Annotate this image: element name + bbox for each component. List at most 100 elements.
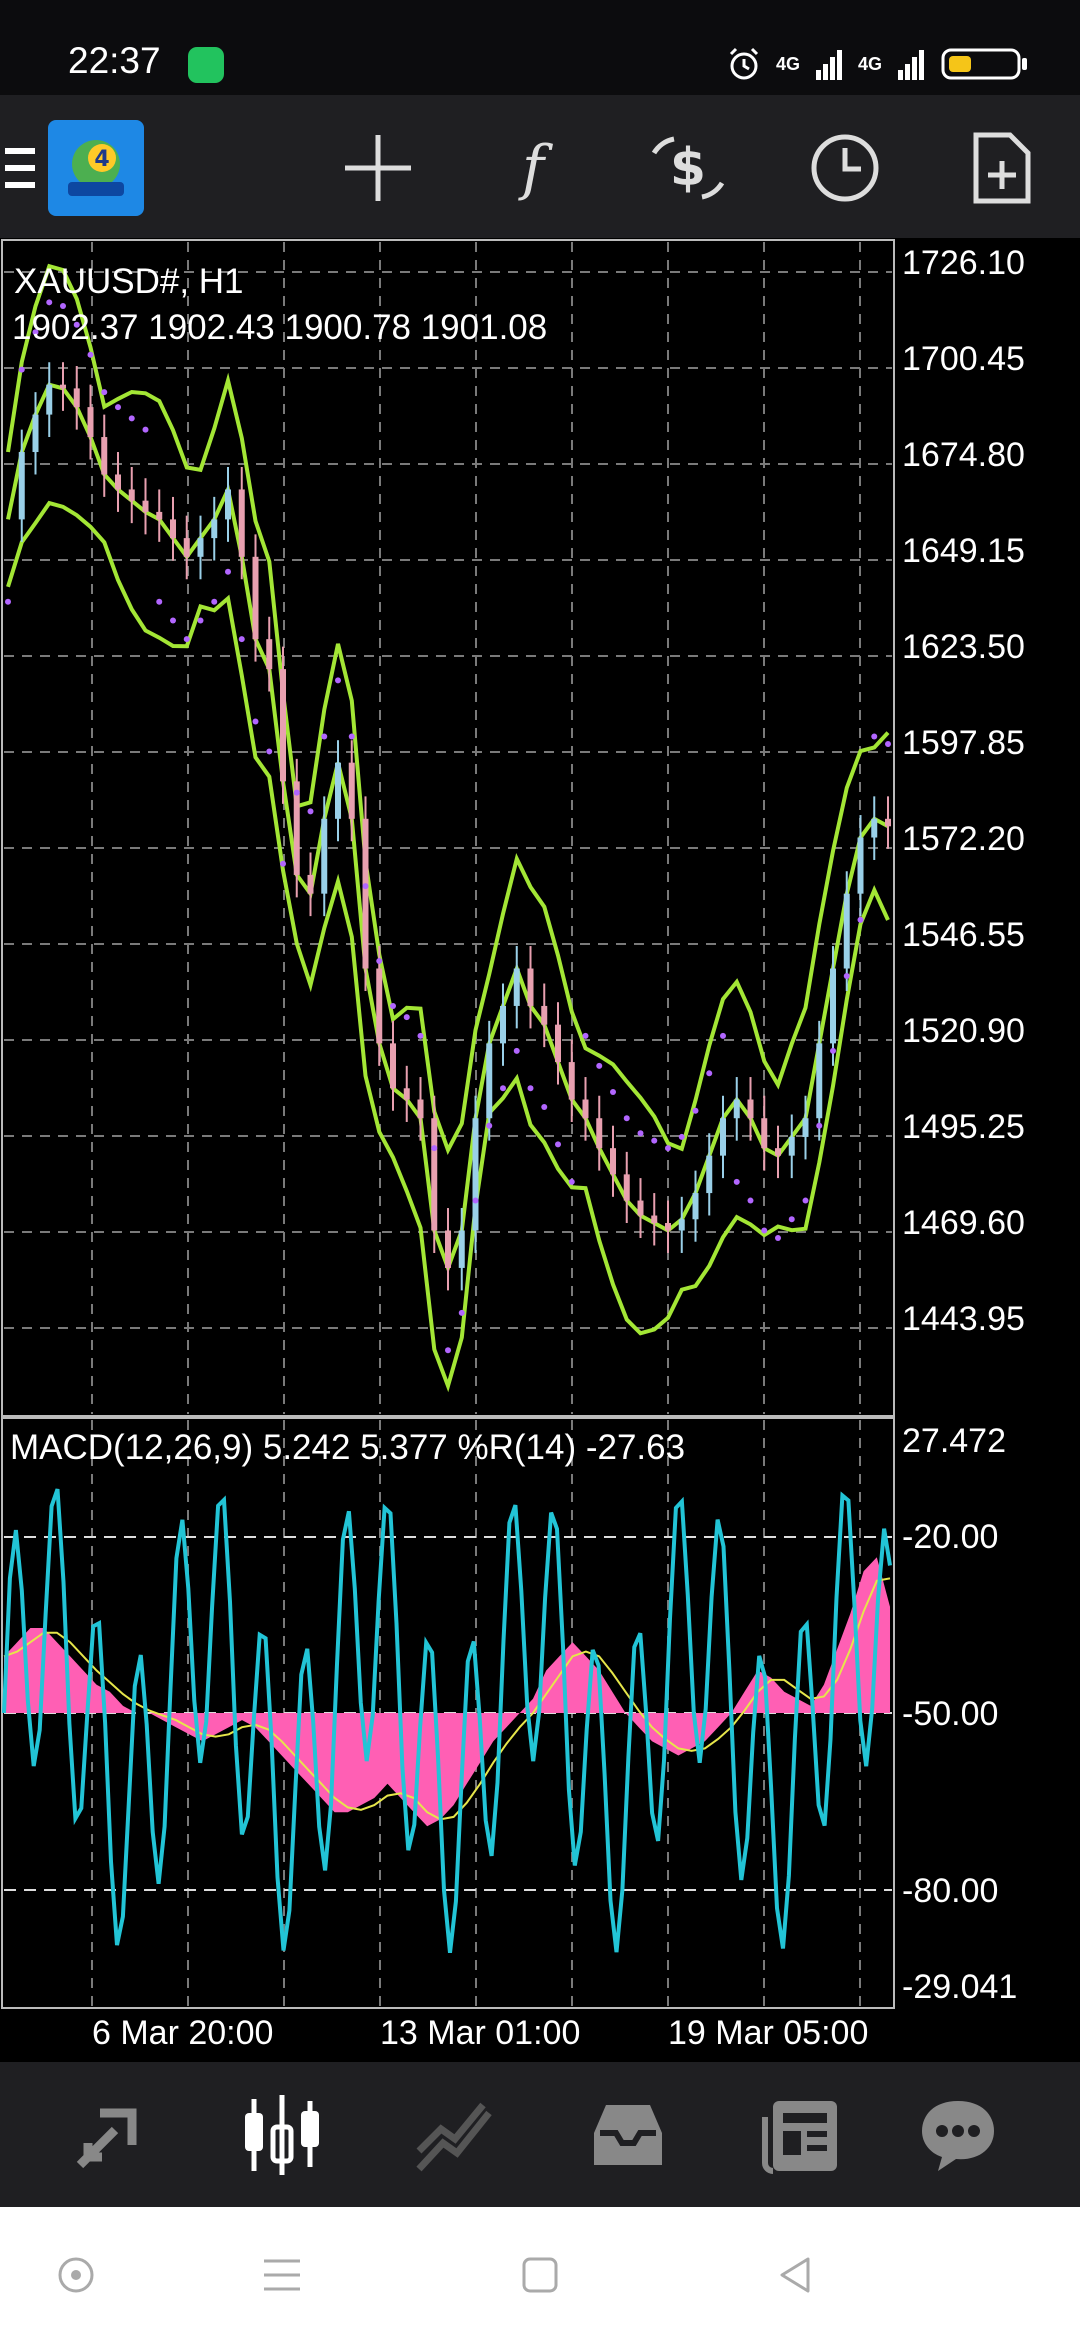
candle-body — [60, 384, 66, 389]
sar-dot — [280, 860, 286, 867]
candle-body — [87, 407, 94, 438]
sar-dot — [885, 740, 891, 747]
sar-dot — [582, 1032, 589, 1039]
indicator-label: -20.00 — [902, 1518, 999, 1556]
candle-body — [513, 968, 520, 1006]
candle-body — [225, 489, 231, 520]
candle-body — [458, 1230, 465, 1268]
sar-dot — [156, 598, 163, 605]
sar-dot — [115, 404, 121, 411]
candle-body — [568, 1062, 575, 1100]
sar-dot — [445, 1347, 451, 1354]
home-square-icon[interactable] — [510, 2245, 570, 2305]
sar-dot — [252, 718, 259, 725]
candle-body — [417, 1099, 424, 1119]
candle-body — [183, 538, 190, 557]
price-label: 1520.90 — [902, 1012, 1025, 1050]
candle-body — [445, 1230, 451, 1268]
sar-dot — [775, 1234, 781, 1241]
sar-dot — [211, 598, 218, 605]
candle-body — [610, 1148, 616, 1175]
chart-candles-icon[interactable] — [232, 2085, 332, 2185]
candle-body — [101, 437, 108, 475]
menu-lines-icon[interactable] — [252, 2245, 312, 2305]
sar-dot — [678, 1133, 685, 1140]
sar-dot — [18, 366, 25, 373]
candle-body — [871, 818, 878, 838]
sar-dot — [417, 1032, 424, 1039]
assistant-dot-icon[interactable] — [46, 2245, 106, 2305]
candle-body — [115, 474, 121, 490]
candle-body — [802, 1118, 809, 1137]
sar-dot — [293, 789, 300, 796]
candle-body — [238, 489, 245, 557]
sar-dot — [706, 1070, 713, 1077]
indicator-title: MACD(12,26,9) 5.242 5.377 %R(14) -27.63 — [10, 1428, 686, 1467]
sar-dot — [431, 1145, 438, 1152]
quotes-arrows-icon[interactable] — [60, 2085, 160, 2185]
sar-dot — [720, 1032, 726, 1039]
candle-body — [335, 762, 341, 819]
sar-dot — [513, 1047, 520, 1054]
sar-dot — [871, 733, 878, 740]
candle-body — [775, 1148, 781, 1156]
candle-body — [73, 388, 80, 408]
price-label: 1572.20 — [902, 820, 1025, 858]
candle-body — [541, 1005, 548, 1025]
inbox-history-icon[interactable] — [578, 2085, 678, 2185]
back-triangle-icon[interactable] — [766, 2245, 826, 2305]
chart-ohlc: 1902.37 1902.43 1900.78 1901.08 — [12, 308, 548, 347]
price-label: 1726.10 — [902, 244, 1025, 282]
candle-body — [18, 452, 25, 520]
sar-dot — [651, 1137, 658, 1144]
candle-body — [761, 1118, 768, 1149]
sar-dot — [830, 1047, 836, 1054]
sar-dot — [500, 1085, 506, 1092]
sar-dot — [843, 973, 850, 979]
candle-body — [720, 1118, 726, 1156]
sar-dot — [225, 568, 231, 575]
date-label: 13 Mar 01:00 — [380, 2014, 581, 2052]
candle-body — [651, 1215, 658, 1224]
candle-body — [348, 762, 355, 819]
candle-body — [582, 1099, 589, 1119]
candle-body — [623, 1174, 630, 1201]
sar-dot — [87, 351, 94, 358]
sar-dot — [307, 808, 314, 815]
sar-dot — [637, 1130, 644, 1137]
sar-dot — [376, 958, 383, 965]
sar-dot — [733, 1178, 740, 1185]
candle-body — [816, 1043, 823, 1119]
sar-dot — [541, 1103, 548, 1110]
sar-dot — [527, 1085, 534, 1092]
sar-dot — [183, 636, 190, 643]
sar-dot — [623, 1115, 630, 1122]
candle-body — [211, 519, 218, 539]
sar-dot — [816, 1122, 823, 1129]
candle-body — [252, 556, 259, 640]
sar-dot — [486, 1122, 493, 1129]
candle-body — [857, 837, 864, 894]
candle-body — [678, 1219, 685, 1231]
trade-graph-icon[interactable] — [405, 2085, 505, 2185]
news-icon[interactable] — [751, 2085, 851, 2185]
sar-dot — [197, 617, 204, 624]
candle-body — [362, 818, 369, 969]
chat-bubble-icon[interactable] — [908, 2085, 1008, 2185]
candle-body — [788, 1136, 795, 1156]
candle-body — [733, 1099, 740, 1119]
sar-dot — [5, 598, 11, 605]
sar-dot — [321, 733, 328, 740]
candle-body — [747, 1099, 754, 1119]
sar-dot — [692, 1107, 699, 1114]
date-label: 6 Mar 20:00 — [92, 2014, 274, 2052]
candle-body — [156, 511, 163, 520]
candle-body — [637, 1200, 644, 1216]
sar-dot — [596, 1062, 603, 1069]
candle-body — [843, 893, 850, 969]
sar-dot — [101, 389, 108, 396]
indicator-label: -29.041 — [902, 1968, 1018, 2006]
chart-symbol: XAUUSD#, H1 — [14, 262, 244, 301]
candle-body — [431, 1118, 438, 1231]
candle-body — [706, 1155, 713, 1194]
